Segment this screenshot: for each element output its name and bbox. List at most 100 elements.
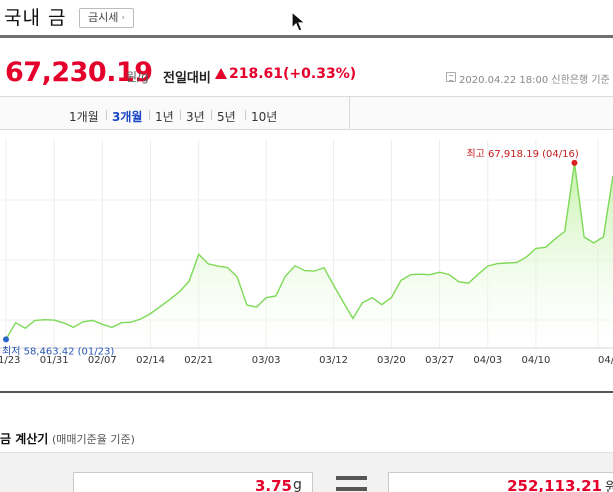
data-point-04/02	[477, 273, 480, 276]
triangle-up-icon	[215, 68, 227, 79]
data-point-04/13	[544, 246, 547, 249]
data-point-02/05	[81, 320, 84, 323]
page-title: 국내 금	[4, 7, 67, 29]
x-tick-label: 02/14	[136, 355, 165, 366]
tab-separator	[106, 110, 107, 120]
x-tick-label: 02/21	[184, 355, 213, 366]
tab-separator	[211, 110, 212, 120]
data-point-03/09	[303, 269, 306, 272]
calculator-subtitle: (매매기준율 기준)	[52, 433, 135, 446]
gold-quote-button-label: 금시세	[88, 11, 119, 24]
x-tick-label: 04/	[598, 355, 613, 366]
max-label: 최고 67,918.19 (04/16)	[466, 148, 578, 160]
data-point-04/14	[554, 237, 557, 240]
data-point-03/06	[293, 264, 296, 267]
data-point-02/28	[245, 303, 248, 306]
data-point-03/24	[409, 273, 412, 276]
calculator-title: 금 계산기	[0, 432, 49, 446]
data-point-02/19	[178, 290, 181, 293]
price-date-note: 2020.04.22 18:00 신한은행 기준	[459, 75, 610, 86]
tab-3개월[interactable]: 3개월	[112, 108, 142, 125]
min-marker	[3, 336, 9, 343]
data-point-01/30	[43, 318, 46, 321]
data-point-02/13	[139, 317, 142, 320]
data-point-02/07	[101, 323, 104, 326]
tab-1개월[interactable]: 1개월	[69, 108, 99, 125]
data-point-03/05	[284, 274, 287, 277]
x-tick-label: 03/12	[319, 355, 348, 366]
data-point-03/27	[438, 271, 441, 274]
change-value: 218.61(+0.33%)	[229, 66, 357, 82]
data-point-04/07	[505, 261, 508, 264]
mouse-cursor-icon	[291, 11, 307, 32]
tab-1년[interactable]: 1년	[155, 108, 174, 125]
data-point-03/03	[265, 296, 268, 299]
data-point-03/12	[332, 283, 335, 286]
data-point-04/06	[496, 262, 499, 265]
data-point-02/11	[120, 321, 123, 324]
data-point-02/26	[226, 266, 229, 269]
data-point-03/23	[399, 279, 402, 282]
x-tick-label: 03/20	[377, 355, 406, 366]
data-point-02/17	[159, 305, 162, 308]
x-tick-label: 01/23	[0, 355, 20, 366]
equals-icon-top	[336, 476, 367, 480]
data-point-02/12	[130, 321, 133, 324]
gold-quote-button[interactable]: 금시세 ›	[79, 8, 134, 28]
data-point-02/04	[72, 326, 75, 329]
data-point-03/17	[361, 301, 364, 304]
result-unit: 원	[605, 480, 613, 492]
data-point-01/28	[24, 327, 27, 330]
data-point-02/24	[207, 262, 210, 265]
data-point-03/31	[457, 280, 460, 283]
equals-icon-bottom	[336, 487, 367, 491]
data-point-03/20	[390, 296, 393, 299]
tab-10년[interactable]: 10년	[251, 108, 277, 125]
tab-5년[interactable]: 5년	[217, 108, 236, 125]
data-point-04/20	[592, 241, 595, 244]
data-point-02/20	[187, 280, 190, 283]
data-point-04/15	[563, 230, 566, 233]
data-point-03/11	[322, 266, 325, 269]
data-point-04/03	[486, 265, 489, 268]
x-tick-label: 03/27	[425, 355, 454, 366]
x-tick-label: 04/03	[473, 355, 502, 366]
tab-separator	[180, 110, 181, 120]
max-marker	[571, 159, 578, 166]
data-point-02/10	[110, 326, 113, 329]
tab-3년[interactable]: 3년	[186, 108, 205, 125]
x-tick-label: 01/31	[40, 355, 69, 366]
price-unit: 원/g	[126, 70, 149, 84]
data-point-02/06	[91, 319, 94, 322]
data-point-04/17	[582, 235, 585, 238]
gold-price-chart[interactable]: 최고 67,918.19 (04/16)최저 58,463.42 (01/23)…	[0, 140, 613, 390]
data-point-02/03	[62, 321, 65, 324]
data-point-03/18	[371, 296, 374, 299]
weight-input-value[interactable]: 3.75	[200, 477, 292, 492]
x-tick-label: 04/10	[522, 355, 551, 366]
data-point-04/01	[467, 282, 470, 285]
header-divider	[0, 35, 613, 38]
data-point-03/04	[274, 294, 277, 297]
data-point-03/30	[448, 273, 451, 276]
x-tick-label: 02/07	[88, 355, 117, 366]
data-point-02/27	[236, 275, 239, 278]
calendar-icon	[446, 72, 456, 82]
data-point-01/24	[14, 321, 17, 324]
data-point-02/18	[168, 298, 171, 301]
data-point-02/21	[197, 253, 200, 256]
tab-bar-divider	[349, 96, 350, 130]
data-point-03/16	[351, 317, 354, 320]
data-point-02/14	[149, 312, 152, 315]
chevron-right-icon: ›	[121, 13, 125, 23]
weight-unit: g	[293, 477, 302, 492]
data-point-02/25	[216, 265, 219, 268]
data-point-03/26	[428, 273, 431, 276]
data-point-04/21	[602, 235, 605, 238]
data-point-03/02	[255, 306, 258, 309]
data-point-03/19	[380, 303, 383, 306]
data-point-03/13	[342, 300, 345, 303]
data-point-01/29	[33, 319, 36, 322]
result-value: 252,113.21	[507, 477, 602, 492]
data-point-03/25	[419, 273, 422, 276]
